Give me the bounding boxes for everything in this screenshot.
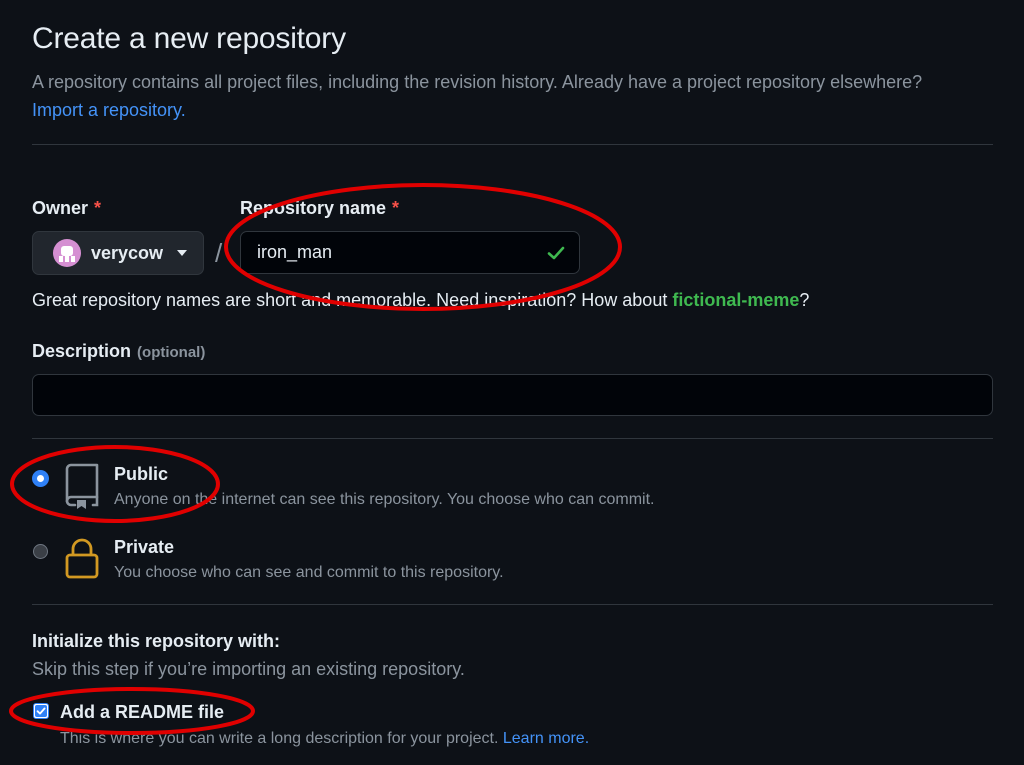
readme-label[interactable]: Add a README file (60, 702, 224, 723)
page-intro: A repository contains all project files,… (32, 68, 932, 124)
description-label: Description (optional) (32, 341, 205, 362)
owner-label: Owner * (32, 198, 101, 219)
description-input[interactable] (32, 374, 993, 416)
private-title: Private (114, 537, 175, 557)
repo-name-hint: Great repository names are short and mem… (32, 290, 809, 311)
owner-label-text: Owner (32, 198, 89, 218)
repo-icon (65, 463, 99, 509)
check-icon (547, 246, 565, 260)
private-radio[interactable] (33, 544, 48, 559)
divider (32, 604, 993, 605)
init-subtext: Skip this step if you’re importing an ex… (32, 659, 465, 679)
public-title: Public (114, 464, 169, 484)
lock-icon (65, 538, 99, 579)
owner-repo-separator: / (215, 238, 223, 268)
owner-select[interactable]: verycow (32, 231, 204, 275)
name-suggestion-link[interactable]: fictional-meme (672, 290, 799, 310)
private-description: You choose who can see and commit to thi… (114, 564, 504, 581)
repo-name-label: Repository name * (240, 198, 399, 219)
chevron-down-icon (177, 250, 188, 256)
avatar (53, 239, 81, 267)
required-mark: * (94, 198, 102, 218)
import-repository-link[interactable]: Import a repository. (32, 100, 186, 120)
readme-description: This is where you can write a long descr… (60, 730, 589, 748)
public-radio[interactable] (33, 471, 48, 486)
learn-more-link[interactable]: Learn more. (503, 730, 589, 747)
readme-description-text: This is where you can write a long descr… (60, 730, 499, 747)
public-description: Anyone on the internet can see this repo… (114, 491, 655, 508)
page-title: Create a new repository (32, 22, 346, 55)
hint-text: Great repository names are short and mem… (32, 290, 668, 310)
repo-name-label-text: Repository name (240, 198, 387, 218)
required-mark: * (392, 198, 400, 218)
checkbox-fill (35, 705, 47, 717)
hint-end: ? (799, 290, 810, 310)
init-heading: Initialize this repository with: (32, 631, 281, 651)
readme-checkbox[interactable] (33, 703, 49, 719)
description-label-text: Description (32, 341, 132, 361)
owner-name: verycow (91, 242, 164, 263)
optional-tag: (optional) (137, 344, 206, 361)
divider (32, 438, 993, 439)
repo-name-input[interactable] (240, 231, 580, 274)
intro-text: A repository contains all project files,… (32, 72, 923, 92)
check-icon (36, 707, 46, 715)
divider (32, 144, 993, 145)
